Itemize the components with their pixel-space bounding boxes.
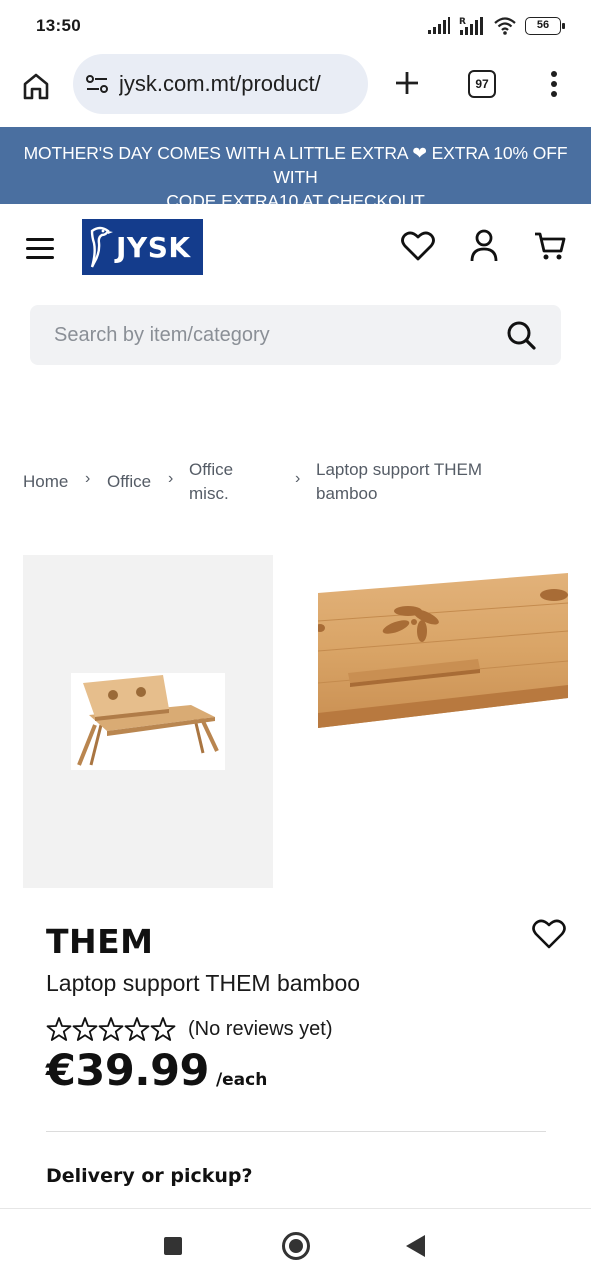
- address-bar[interactable]: jysk.com.mt/product/: [73, 54, 368, 114]
- browser-toolbar: jysk.com.mt/product/ 97: [0, 52, 591, 126]
- recent-apps-icon[interactable]: [164, 1237, 182, 1255]
- star-empty-icon: [98, 1017, 124, 1041]
- breadcrumb: Home › Office › Office misc. › Laptop su…: [23, 458, 568, 518]
- star-empty-icon: [72, 1017, 98, 1041]
- add-to-wishlist-button[interactable]: [532, 918, 568, 954]
- browser-home-button[interactable]: [18, 68, 54, 104]
- product-image-main[interactable]: [23, 555, 273, 888]
- menu-icon[interactable]: [26, 236, 56, 262]
- star-empty-icon: [150, 1017, 176, 1041]
- more-vert-icon: [551, 71, 557, 97]
- home-circle-icon[interactable]: [282, 1232, 310, 1260]
- account-button[interactable]: [466, 228, 502, 264]
- breadcrumb-office-misc-line1: Office: [189, 460, 234, 479]
- search-input[interactable]: [54, 305, 494, 365]
- url-text[interactable]: jysk.com.mt/product/: [119, 71, 321, 97]
- browser-menu-button[interactable]: [542, 66, 566, 102]
- wishlist-button[interactable]: [400, 228, 436, 264]
- heart-icon: [401, 231, 435, 261]
- site-settings-icon[interactable]: [85, 73, 109, 95]
- bird-logo-icon: [90, 226, 113, 268]
- star-empty-icon: [46, 1017, 72, 1041]
- signal-icon: [428, 17, 450, 34]
- delivery-heading: Delivery or pickup?: [46, 1165, 253, 1187]
- back-icon[interactable]: [406, 1235, 425, 1257]
- signal-roaming-icon: R: [459, 17, 483, 35]
- site-header: JYSK: [0, 204, 591, 294]
- cart-button[interactable]: [532, 228, 568, 264]
- home-icon: [23, 73, 49, 100]
- product-photo-laptop-table: [71, 673, 225, 770]
- reviews-count[interactable]: (No reviews yet): [188, 1018, 332, 1041]
- status-bar: 13:50 R 56: [0, 0, 591, 52]
- breadcrumb-office-misc[interactable]: Office misc.: [189, 458, 233, 506]
- breadcrumb-current-line2: bamboo: [316, 484, 378, 503]
- breadcrumb-office[interactable]: Office: [107, 470, 151, 494]
- tabs-button[interactable]: 97: [468, 70, 496, 98]
- chevron-right-icon: ›: [168, 470, 174, 487]
- price-value: €39.99: [46, 1046, 209, 1096]
- search-icon[interactable]: [505, 319, 537, 351]
- svg-text:R: R: [459, 17, 466, 27]
- chevron-right-icon: ›: [295, 470, 301, 487]
- plus-icon: [396, 72, 418, 94]
- divider: [46, 1131, 546, 1132]
- status-icons: R 56: [427, 14, 565, 38]
- promo-line-1: MOTHER'S DAY COMES WITH A LITTLE EXTRA ❤…: [23, 143, 568, 187]
- logo-text: JYSK: [116, 230, 191, 264]
- new-tab-button[interactable]: [390, 66, 424, 100]
- status-time: 13:50: [36, 16, 81, 35]
- product-rating[interactable]: (No reviews yet): [46, 1014, 332, 1044]
- star-empty-icon: [124, 1017, 150, 1041]
- product-image-detail[interactable]: [318, 573, 568, 728]
- product-brand: THEM: [46, 922, 154, 961]
- product-price: €39.99 /each: [46, 1046, 267, 1096]
- product-photo-bamboo-closeup: [318, 573, 568, 728]
- user-icon: [470, 229, 498, 262]
- search-bar: [30, 305, 561, 365]
- breadcrumb-office-misc-line2: misc.: [189, 484, 229, 503]
- breadcrumb-home[interactable]: Home: [23, 470, 68, 494]
- system-nav-bar: [0, 1208, 591, 1280]
- breadcrumb-current-line1: Laptop support THEM: [316, 460, 482, 479]
- cart-icon: [535, 232, 566, 260]
- product-name: Laptop support THEM bamboo: [46, 970, 361, 996]
- promo-banner[interactable]: MOTHER'S DAY COMES WITH A LITTLE EXTRA ❤…: [0, 127, 591, 211]
- chevron-right-icon: ›: [85, 470, 91, 487]
- battery-icon: 56: [525, 17, 565, 35]
- breadcrumb-current: Laptop support THEM bamboo: [316, 458, 482, 506]
- price-unit: /each: [215, 1070, 268, 1090]
- wifi-icon: [494, 17, 516, 35]
- jysk-logo[interactable]: JYSK: [82, 219, 203, 275]
- heart-icon: [532, 919, 566, 949]
